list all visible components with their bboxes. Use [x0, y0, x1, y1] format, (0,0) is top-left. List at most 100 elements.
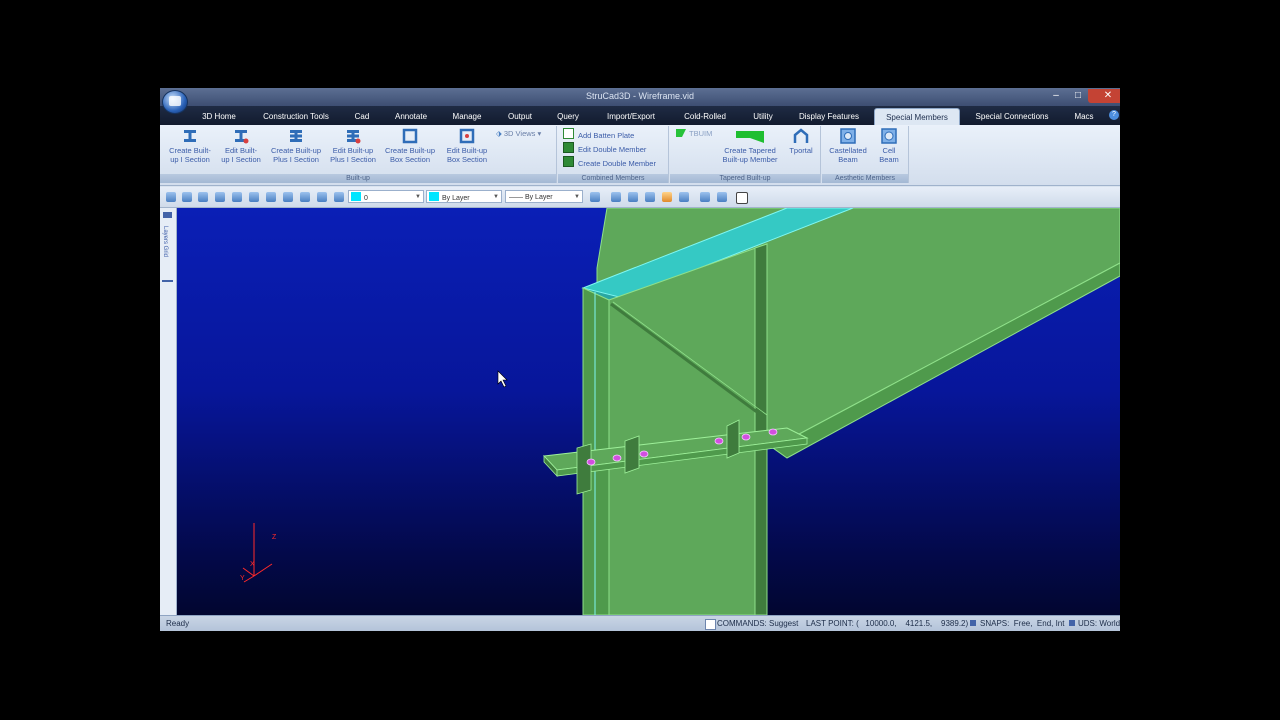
- view-toolbar: 0 ▼ By Layer ▼ —— By Layer ▼: [160, 187, 1120, 208]
- create-builtup-box-section-button[interactable]: Create Built-up Box Section: [382, 128, 438, 164]
- view-iso-icon[interactable]: [317, 192, 327, 202]
- tbuim-icon: [676, 129, 686, 137]
- 3d-views-label: 3D Views: [503, 129, 536, 138]
- button-label-line2: up I Section: [170, 155, 210, 164]
- linetype-value: —— By Layer: [509, 194, 553, 201]
- edit-builtup-box-section-button[interactable]: Edit Built-up Box Section: [440, 128, 494, 164]
- chevron-down-icon: ▼: [415, 194, 421, 200]
- 3d-views-dropdown[interactable]: ⬗ 3D Views ▾: [496, 128, 541, 140]
- wireframe-icon[interactable]: [628, 192, 638, 202]
- tab-query[interactable]: Query: [550, 108, 586, 125]
- status-commands[interactable]: COMMANDS: Suggest: [717, 619, 798, 628]
- selection-box-icon[interactable]: [736, 192, 748, 204]
- castellated-beam-icon: [840, 128, 856, 144]
- portal-frame-icon: [793, 128, 809, 143]
- group-label-combined-members: Combined Members: [558, 174, 668, 183]
- tab-annotate[interactable]: Annotate: [388, 108, 434, 125]
- item-label: Edit Double Member: [578, 145, 647, 154]
- tab-special-members[interactable]: Special Members: [874, 108, 960, 126]
- shaded-icon[interactable]: [662, 192, 672, 202]
- select-icon[interactable]: [166, 192, 176, 202]
- linetype-select[interactable]: —— By Layer ▼: [505, 190, 583, 203]
- add-batten-plate-button[interactable]: Add Batten Plate: [563, 128, 634, 140]
- bolt: [768, 428, 778, 436]
- view-front-icon[interactable]: [266, 192, 276, 202]
- tab-macs[interactable]: Macs: [1066, 108, 1102, 125]
- tab-import-export[interactable]: Import/Export: [596, 108, 666, 125]
- chevron-down-icon: ▼: [574, 194, 580, 200]
- column-web: [608, 243, 768, 615]
- edit-double-member-button[interactable]: Edit Double Member: [563, 142, 646, 154]
- create-tapered-builtup-member-button[interactable]: Create Tapered Built-up Member: [720, 128, 780, 164]
- minimize-button[interactable]: –: [1044, 89, 1068, 103]
- zoom-extents-icon[interactable]: [249, 192, 259, 202]
- render-icon[interactable]: [611, 192, 621, 202]
- mouse-cursor-icon: [497, 370, 508, 388]
- hidden-line-icon[interactable]: [645, 192, 655, 202]
- view-top-icon[interactable]: [283, 192, 293, 202]
- tbuim-label: TBUIM: [689, 129, 713, 138]
- bolt: [586, 458, 596, 466]
- properties-icon[interactable]: [590, 192, 600, 202]
- double-member-create-icon: [563, 156, 574, 167]
- create-builtup-i-section-button[interactable]: Create Built- up I Section: [164, 128, 216, 164]
- tab-special-connections[interactable]: Special Connections: [966, 108, 1058, 125]
- status-bar: Ready COMMANDS: Suggest LAST POINT: ( 10…: [160, 615, 1120, 631]
- view-side-icon[interactable]: [300, 192, 310, 202]
- status-snaps[interactable]: SNAPS: Free, End, Int: [980, 619, 1064, 628]
- button-label-line1: Edit Built-: [224, 146, 258, 155]
- tportal-button[interactable]: Tportal: [784, 128, 818, 155]
- castellated-beam-button[interactable]: Castellated Beam: [826, 128, 870, 164]
- tab-display-features[interactable]: Display Features: [792, 108, 866, 125]
- create-builtup-plus-i-section-button[interactable]: Create Built-up Plus I Section: [266, 128, 326, 164]
- orbit-icon[interactable]: [700, 192, 710, 202]
- tab-manage[interactable]: Manage: [444, 108, 490, 125]
- tab-construction-tools[interactable]: Construction Tools: [256, 108, 336, 125]
- zoom-out-icon[interactable]: [232, 192, 242, 202]
- plus-i-section-edit-icon: [347, 130, 361, 144]
- tab-3d-home[interactable]: 3D Home: [192, 108, 246, 125]
- svg-text:X: X: [250, 561, 255, 568]
- strucad-window: StruCad3D - Wireframe.vid – □ ✕ 3D Home …: [160, 88, 1120, 631]
- 3d-viewport[interactable]: Z X Y: [177, 208, 1120, 615]
- edit-builtup-plus-i-section-button[interactable]: Edit Built-up Plus I Section: [326, 128, 380, 164]
- tbuim-button[interactable]: TBUIM: [676, 128, 712, 140]
- uds-icon: [1069, 620, 1075, 626]
- cell-beam-button[interactable]: Cell Beam: [872, 128, 906, 164]
- status-ready: Ready: [166, 619, 190, 628]
- close-button[interactable]: ✕: [1088, 89, 1120, 103]
- status-uds[interactable]: UDS: World: [1078, 619, 1120, 628]
- button-label-line2: Plus I Section: [273, 155, 319, 164]
- edit-builtup-i-section-button[interactable]: Edit Built- up I Section: [218, 128, 264, 164]
- cell-beam-icon: [881, 128, 897, 144]
- tab-cad[interactable]: Cad: [346, 108, 378, 125]
- maximize-button[interactable]: □: [1066, 89, 1090, 103]
- help-icon[interactable]: ?: [1109, 110, 1119, 120]
- create-double-member-button[interactable]: Create Double Member: [563, 156, 656, 168]
- pan-icon[interactable]: [182, 192, 192, 202]
- layer-color-swatch: [351, 192, 361, 201]
- layers-grid-panel[interactable]: Layers Grid: [160, 208, 177, 615]
- color-select[interactable]: By Layer ▼: [426, 190, 502, 203]
- zoom-window-icon[interactable]: [198, 192, 208, 202]
- zoom-in-icon[interactable]: [215, 192, 225, 202]
- window-title: StruCad3D - Wireframe.vid: [585, 91, 695, 101]
- group-tapered-builtup: TBUIM Create Tapered Built-up Member Tpo…: [670, 126, 821, 183]
- bolt: [741, 433, 751, 441]
- tab-cold-rolled[interactable]: Cold-Rolled: [676, 108, 734, 125]
- button-label-line2: up I Section: [221, 155, 261, 164]
- layer-manager-icon[interactable]: [334, 192, 344, 202]
- lighting-icon[interactable]: [679, 192, 689, 202]
- layer-select[interactable]: 0 ▼: [348, 190, 424, 203]
- application-menu-button[interactable]: [162, 90, 188, 114]
- tab-output[interactable]: Output: [500, 108, 540, 125]
- button-label-line1: Create Built-up: [384, 146, 436, 155]
- tab-utility[interactable]: Utility: [744, 108, 782, 125]
- walk-icon[interactable]: [717, 192, 727, 202]
- button-label-line2: Built-up Member: [722, 155, 778, 164]
- button-label-line2: Beam: [838, 155, 858, 164]
- double-member-edit-icon: [563, 142, 574, 153]
- box-section-icon: [402, 128, 418, 144]
- panel-pin-icon[interactable]: [163, 212, 172, 218]
- layers-grid-label[interactable]: Layers Grid: [162, 226, 168, 257]
